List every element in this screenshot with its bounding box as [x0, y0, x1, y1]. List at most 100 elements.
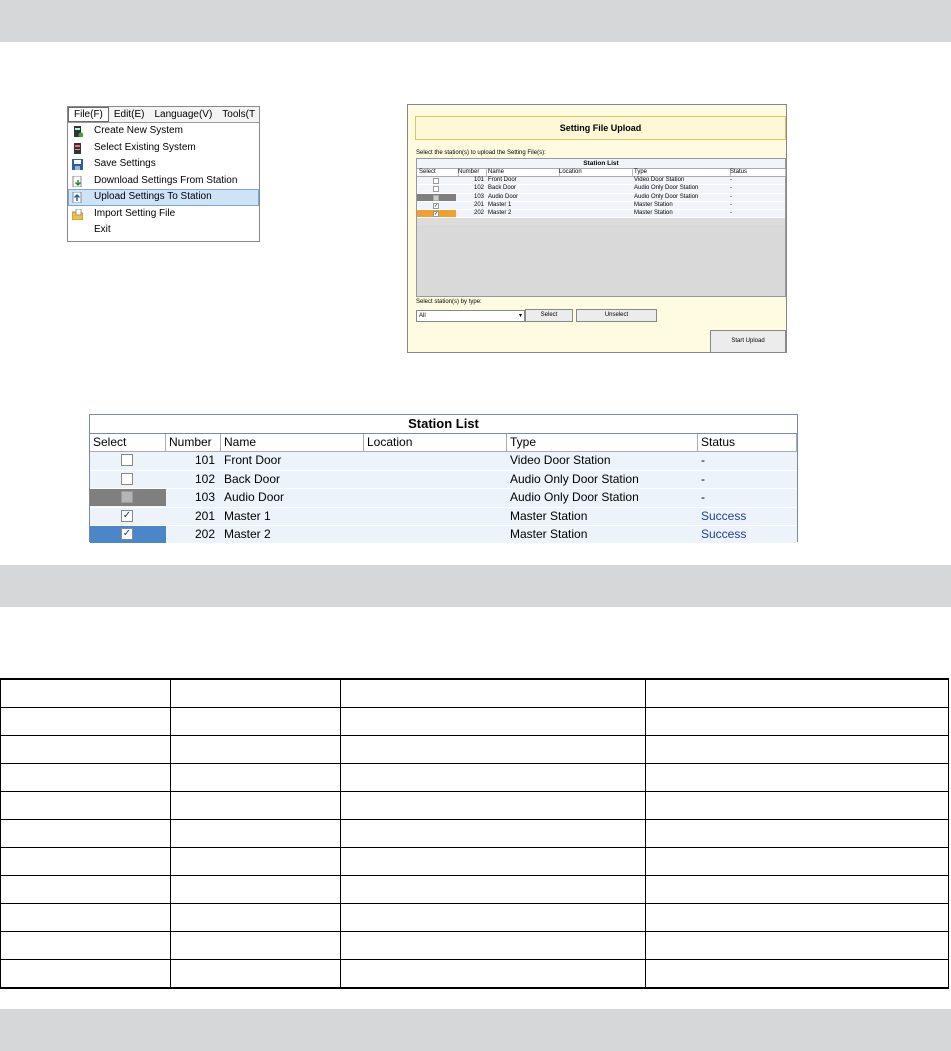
blank-table-cell — [0, 678, 172, 708]
mini-col-header: Type — [634, 169, 731, 176]
blank-table-row — [0, 875, 950, 904]
menu-bar-item[interactable]: Tools(T — [217, 107, 259, 122]
mini-cell-number: 102 — [473, 185, 484, 192]
blank-table-cell — [644, 763, 950, 792]
mini-select-checkbox[interactable]: ✓ — [433, 202, 439, 209]
blank-table-cell — [170, 819, 342, 848]
table-row[interactable]: ✓ 201 Master 1 Master Station Success — [90, 507, 797, 526]
menu-bar-item[interactable]: File(F) — [68, 107, 109, 122]
select-button[interactable]: Select — [525, 309, 573, 322]
mini-cell-status: - — [730, 193, 732, 200]
select-checkbox[interactable] — [121, 472, 133, 485]
select-checkbox — [121, 491, 133, 504]
table-row[interactable]: ✓ 202 Master 2 Master Station Success — [90, 525, 797, 545]
blank-table-cell — [644, 931, 950, 960]
cell-name: Master 1 — [224, 508, 271, 523]
blank-table-cell — [170, 763, 342, 792]
setting-file-upload-window: Setting File Upload Select the station(s… — [407, 104, 787, 353]
blank-table-cell — [170, 847, 342, 876]
menu-item[interactable]: Create New System — [68, 123, 259, 140]
blank-table-cell — [340, 847, 646, 876]
station-list-header: Select Number Name Location Type Status — [90, 434, 797, 453]
menu-item[interactable]: Download Settings From Station — [68, 173, 259, 190]
menu-item[interactable]: Save Settings — [68, 156, 259, 173]
section-band-middle — [0, 565, 951, 607]
blank-table-row — [0, 847, 950, 876]
new-system-icon — [74, 126, 83, 137]
blank-table-cell — [0, 847, 172, 876]
menu-bar-item[interactable]: Edit(E) — [109, 107, 150, 122]
mini-select-checkbox[interactable] — [433, 186, 439, 193]
mini-select-checkbox[interactable]: ✓ — [433, 210, 439, 217]
file-menu: File(F) Edit(E) Language(V) Tools(T Create … — [67, 106, 260, 242]
mini-select-checkbox[interactable] — [433, 178, 439, 185]
menu-item[interactable]: Select Existing System — [68, 140, 259, 157]
mini-col-header: Location — [559, 169, 633, 176]
unselect-button[interactable]: Unselect — [576, 309, 657, 322]
mini-cell-type: Audio Only Door Station — [634, 185, 699, 192]
mini-cell-status: - — [730, 209, 732, 216]
menu-item[interactable]: Upload Settings To Station — [68, 189, 259, 206]
blank-table-cell — [644, 903, 950, 932]
menu-item[interactable]: Exit — [68, 222, 259, 239]
select-cell: ✓ — [90, 508, 166, 525]
blank-table-row — [0, 735, 950, 764]
table-row[interactable]: 103 Audio Door Audio Only Door Station - — [90, 489, 797, 508]
select-by-type-label: Select station(s) by type: — [416, 299, 482, 305]
blank-table-cell — [644, 847, 950, 876]
mini-cell-status: - — [730, 177, 732, 184]
blank-table-row — [0, 931, 950, 960]
blank-table-row — [0, 791, 950, 820]
mini-list-row[interactable]: 102 Back Door Audio Only Door Station - — [417, 185, 785, 194]
cell-type: Audio Only Door Station — [510, 471, 639, 486]
mini-col-header: Status — [730, 169, 786, 176]
blank-table-cell — [340, 791, 646, 820]
station-type-dropdown[interactable]: All ▾ — [416, 310, 525, 322]
blank-table-row — [0, 819, 950, 848]
blank-table-cell — [170, 903, 342, 932]
select-checkbox[interactable]: ✓ — [121, 527, 133, 540]
blank-table-cell — [340, 707, 646, 736]
mini-cell-number: 201 — [473, 201, 484, 208]
cell-number: 101 — [194, 453, 215, 468]
mini-select-cell — [417, 185, 456, 193]
blank-table — [0, 678, 950, 989]
station-list-rows: Select Number Name Location Type Status 101 Fro… — [90, 434, 797, 545]
start-upload-button[interactable]: Start Upload — [710, 330, 786, 352]
cell-type: Master Station — [510, 508, 588, 523]
blank-table-cell — [644, 678, 950, 708]
cell-status: - — [701, 471, 705, 486]
blank-table-cell — [0, 735, 172, 764]
mini-col-header: Select — [419, 169, 459, 176]
mini-select-checkbox — [433, 194, 439, 201]
cell-name: Audio Door — [224, 490, 285, 505]
mini-cell-name: Front Door — [488, 177, 517, 184]
blank-table-cell — [644, 959, 950, 989]
mini-list-row[interactable]: 101 Front Door Video Door Station - — [417, 177, 785, 186]
section-band-top — [0, 0, 951, 42]
blank-table-row — [0, 959, 950, 989]
blank-table-cell — [0, 875, 172, 904]
blank-table-cell — [340, 735, 646, 764]
blank-table-cell — [170, 678, 342, 708]
blank-table-cell — [0, 763, 172, 792]
mini-select-cell — [417, 193, 456, 201]
table-row[interactable]: 101 Front Door Video Door Station - — [90, 452, 797, 471]
select-checkbox[interactable]: ✓ — [121, 509, 133, 522]
select-checkbox[interactable] — [121, 454, 133, 467]
mini-list-header: Select Number Name Location Type Status — [417, 169, 786, 178]
col-header: Name — [221, 434, 364, 451]
menu-item-label: Select Existing System — [94, 141, 196, 153]
section-band-bottom — [0, 1009, 951, 1051]
mini-station-rows: Select Number Name Location Type Status 101 Fro… — [417, 169, 786, 219]
menu-item[interactable]: Import Setting File — [68, 206, 259, 223]
save-icon — [72, 159, 83, 170]
table-row[interactable]: 102 Back Door Audio Only Door Station - — [90, 470, 797, 490]
menu-bar-item[interactable]: Language(V) — [149, 107, 217, 122]
cell-type: Master Station — [510, 526, 588, 541]
blank-table-cell — [170, 875, 342, 904]
mini-station-list: Station List Select Number Name Location Typ… — [416, 158, 786, 297]
mini-list-row[interactable]: ✓ 202 Master 2 Master Station - — [417, 209, 785, 219]
mini-list-row[interactable]: 103 Audio Door Audio Only Door Station - — [417, 193, 785, 202]
mini-list-row[interactable]: ✓ 201 Master 1 Master Station - — [417, 201, 785, 210]
